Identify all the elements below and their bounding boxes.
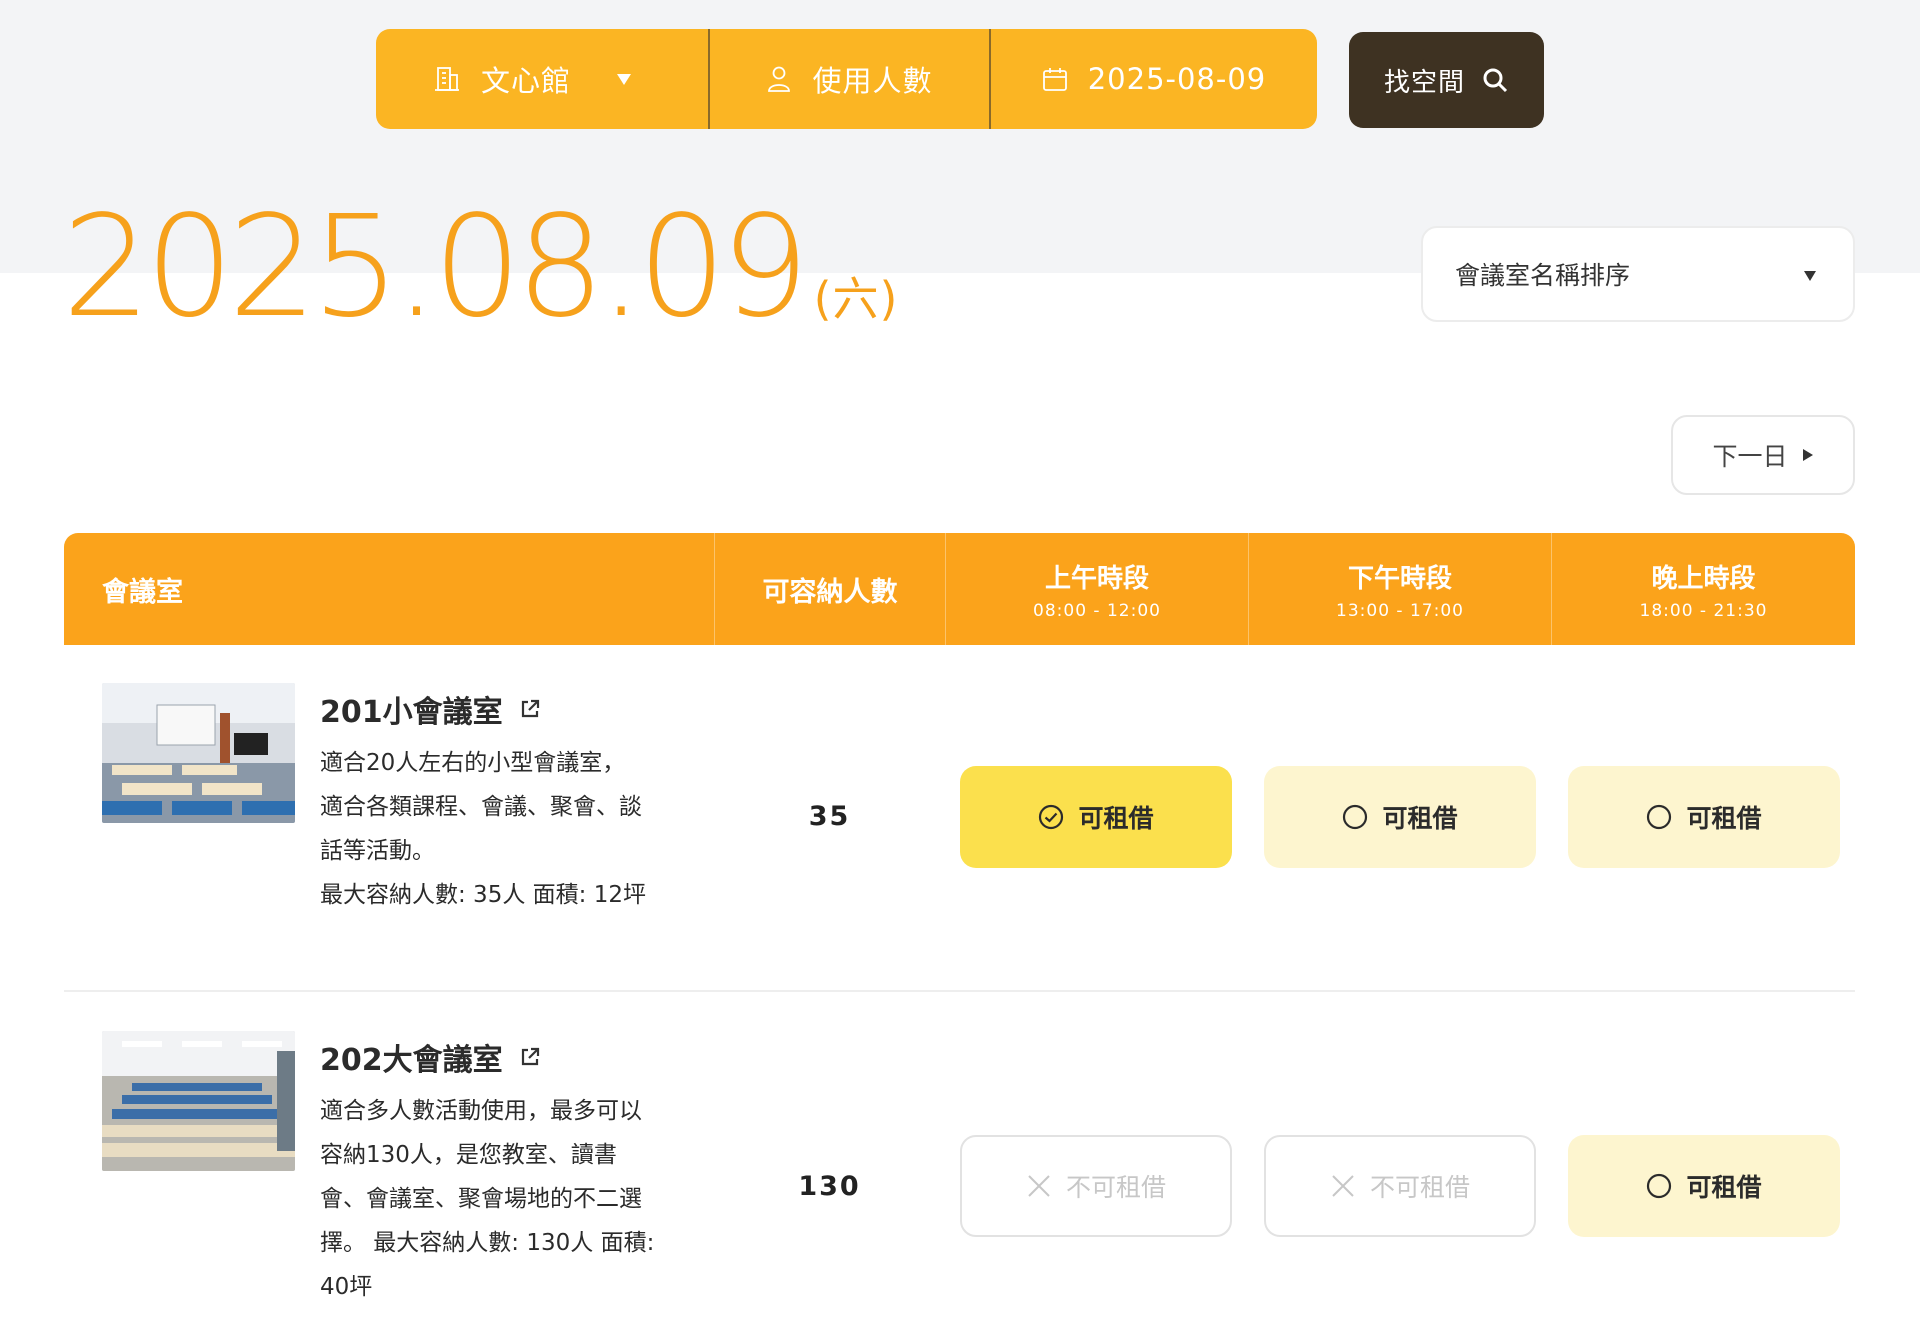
search-bar: 文心館 使用人數 2025-08-09 (376, 29, 1317, 129)
search-icon (1483, 68, 1508, 93)
find-space-button[interactable]: 找空間 (1349, 32, 1544, 128)
external-link-icon[interactable] (519, 1046, 541, 1068)
header-afternoon-time: 13:00 - 17:00 (1336, 600, 1464, 621)
description-line: 擇。 最大容納人數: 130人 面積: (320, 1230, 655, 1256)
header-evening-time: 18:00 - 21:30 (1639, 600, 1768, 621)
table-row: 201小會議室 適合20人左右的小型會議室， 適合各類課程、會議、聚會、談 話等… (64, 645, 1855, 992)
description-line: 40坪 (320, 1274, 373, 1300)
venue-label: 文心館 (481, 64, 572, 98)
room-thumbnail[interactable] (102, 1031, 295, 1171)
room-name-label: 201小會議室 (320, 695, 503, 730)
circle-icon (1647, 804, 1672, 830)
room-name[interactable]: 202大會議室 (320, 1035, 541, 1079)
description-line: 適合各類課程、會議、聚會、談 (320, 794, 642, 820)
room-capacity: 35 (808, 801, 851, 832)
description-line: 話等活動。 (320, 838, 435, 864)
room-thumbnail[interactable] (102, 683, 295, 823)
header-capacity: 可容納人數 (714, 533, 945, 645)
next-day-button[interactable]: 下一日 (1671, 415, 1855, 495)
date-value: 2025-08-09 (1087, 62, 1267, 96)
people-count-placeholder: 使用人數 (812, 64, 933, 98)
slot-evening-button[interactable]: 可租借 (1568, 766, 1840, 868)
header-afternoon-label: 下午時段 (1347, 563, 1452, 594)
slot-evening-button[interactable]: 可租借 (1568, 1135, 1840, 1237)
find-space-label: 找空間 (1383, 67, 1465, 98)
description-line: 最大容納人數: 35人 面積: 12坪 (320, 882, 646, 908)
chevron-down-icon (1804, 271, 1816, 281)
x-icon (1332, 1175, 1354, 1197)
slot-label: 不可租借 (1065, 1173, 1166, 1202)
slot-afternoon-button[interactable]: 可租借 (1264, 766, 1536, 868)
room-name[interactable]: 201小會議室 (320, 687, 541, 731)
slot-label: 可租借 (1382, 804, 1458, 833)
header-evening: 晚上時段 18:00 - 21:30 (1551, 533, 1855, 645)
header-capacity-label: 可容納人數 (762, 576, 898, 608)
slot-morning-button[interactable]: 可租借 (960, 766, 1232, 868)
sort-selected-label: 會議室名稱排序 (1455, 261, 1631, 290)
date-digits: 2025.08.09 (62, 186, 810, 349)
header-afternoon: 下午時段 13:00 - 17:00 (1248, 533, 1551, 645)
slot-label: 不可租借 (1369, 1173, 1470, 1202)
venue-select[interactable]: 文心館 (376, 29, 708, 129)
chevron-down-icon (617, 74, 631, 85)
slot-label: 可租借 (1686, 1173, 1762, 1202)
room-description: 適合20人左右的小型會議室， 適合各類課程、會議、聚會、談 話等活動。 最大容納… (320, 741, 680, 917)
people-count-field[interactable]: 使用人數 (708, 29, 989, 129)
table-row: 202大會議室 適合多人數活動使用，最多可以 容納130人，是您教室、讀書 會、… (64, 993, 1855, 1340)
external-link-icon[interactable] (519, 698, 541, 720)
current-date-heading: 2025.08.09 (六) (62, 198, 899, 358)
check-circle-icon (1039, 804, 1064, 830)
weekday-label: (六) (813, 272, 899, 326)
slot-label: 可租借 (1078, 804, 1154, 833)
slot-label: 可租借 (1686, 804, 1762, 833)
description-line: 會、會議室、聚會場地的不二選 (320, 1186, 642, 1212)
header-room-label: 會議室 (102, 576, 183, 608)
circle-icon (1343, 804, 1368, 830)
room-name-label: 202大會議室 (320, 1043, 503, 1078)
building-icon (435, 67, 459, 91)
description-line: 容納130人，是您教室、讀書 (320, 1142, 617, 1168)
header-morning: 上午時段 08:00 - 12:00 (945, 533, 1248, 645)
user-icon (768, 66, 791, 92)
description-line: 適合多人數活動使用，最多可以 (320, 1098, 642, 1124)
header-room: 會議室 (64, 533, 714, 645)
table-header: 會議室 可容納人數 上午時段 08:00 - 12:00 下午時段 13:00 … (64, 533, 1855, 645)
play-right-icon (1802, 449, 1813, 461)
next-day-label: 下一日 (1712, 442, 1788, 471)
sort-select[interactable]: 會議室名稱排序 (1421, 226, 1855, 322)
room-description: 適合多人數活動使用，最多可以 容納130人，是您教室、讀書 會、會議室、聚會場地… (320, 1089, 680, 1309)
room-capacity: 130 (798, 1171, 861, 1202)
description-line: 適合20人左右的小型會議室， (320, 750, 626, 776)
slot-afternoon-button[interactable]: 不可租借 (1264, 1135, 1536, 1237)
header-evening-label: 晚上時段 (1651, 563, 1756, 594)
x-icon (1028, 1175, 1050, 1197)
header-morning-time: 08:00 - 12:00 (1033, 600, 1161, 621)
slot-morning-button[interactable]: 不可租借 (960, 1135, 1232, 1237)
header-morning-label: 上午時段 (1044, 563, 1149, 594)
calendar-icon (1042, 68, 1067, 91)
circle-icon (1647, 1173, 1672, 1199)
date-field[interactable]: 2025-08-09 (989, 29, 1317, 129)
